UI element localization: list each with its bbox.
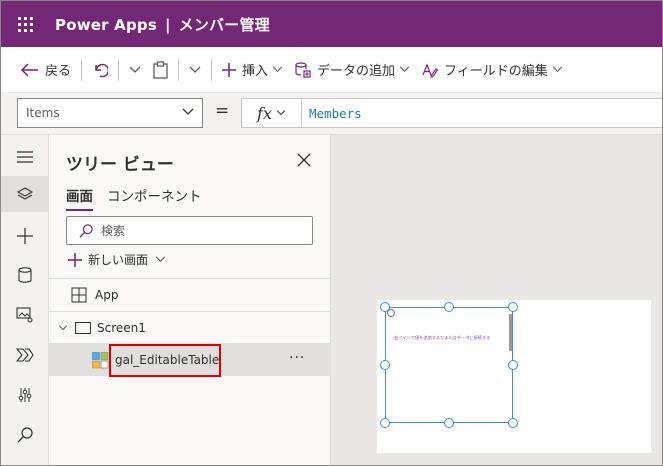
resize-handle[interactable] bbox=[380, 360, 390, 370]
title-bar: Power Apps | メンバー管理 bbox=[1, 1, 662, 47]
clipboard-icon bbox=[153, 60, 168, 79]
search-icon bbox=[17, 427, 33, 443]
chevron-down-icon bbox=[189, 66, 201, 73]
annotation-highlight-box bbox=[109, 344, 221, 377]
chevron-down-icon[interactable] bbox=[58, 325, 68, 331]
variables-rail-button[interactable] bbox=[1, 377, 48, 413]
formula-text[interactable]: Members bbox=[302, 106, 362, 121]
resize-handle[interactable] bbox=[508, 418, 518, 428]
tree-item-screen1[interactable]: Screen1 bbox=[49, 312, 330, 344]
formula-input[interactable]: fx Members bbox=[241, 98, 662, 128]
paste-button[interactable] bbox=[147, 54, 174, 86]
media-rail-button[interactable] bbox=[1, 297, 48, 333]
gallery-scrollbar bbox=[509, 314, 512, 351]
fx-icon: fx bbox=[257, 103, 272, 123]
tree-item-label: Screen1 bbox=[97, 321, 146, 335]
app-title: Power Apps | メンバー管理 bbox=[49, 14, 270, 35]
back-arrow-icon bbox=[21, 62, 38, 77]
media-icon bbox=[15, 307, 32, 323]
resize-handle[interactable] bbox=[508, 302, 518, 312]
paste-menu-button[interactable] bbox=[183, 54, 207, 86]
new-screen-label: 新しい画面 bbox=[88, 253, 149, 267]
screen-icon bbox=[75, 322, 91, 334]
power-automate-icon bbox=[15, 348, 34, 362]
tree-view-pane: ツリー ビュー 画面 コンポーネント 検索 新しい画面 App Screen1 bbox=[49, 135, 331, 465]
data-rail-button[interactable] bbox=[1, 257, 48, 293]
new-screen-button[interactable]: 新しい画面 bbox=[68, 251, 166, 268]
resize-handle[interactable] bbox=[508, 360, 518, 370]
database-icon bbox=[17, 267, 32, 283]
resize-handle[interactable] bbox=[444, 302, 454, 312]
hamburger-icon bbox=[16, 151, 33, 163]
variables-icon bbox=[18, 388, 31, 402]
chevron-down-icon bbox=[155, 256, 166, 263]
plus-icon bbox=[68, 252, 82, 267]
divider bbox=[178, 58, 180, 81]
formula-bar: Items = fx Members bbox=[1, 93, 662, 135]
edit-fields-icon bbox=[422, 62, 439, 78]
edit-fields-label: フィールドの編集 bbox=[444, 64, 548, 79]
left-rail bbox=[1, 135, 49, 465]
tree-item-label: App bbox=[95, 288, 119, 302]
gallery-hint-text: 右ペインで値を追加するかまたはデータに接続する bbox=[394, 335, 491, 340]
app-icon bbox=[71, 287, 87, 303]
close-icon[interactable] bbox=[296, 152, 312, 168]
app-name: メンバー管理 bbox=[178, 15, 270, 34]
tree-view-button[interactable] bbox=[1, 176, 48, 212]
chevron-down-icon bbox=[276, 110, 286, 116]
tree-item-app[interactable]: App bbox=[49, 279, 330, 311]
resize-handle[interactable] bbox=[380, 302, 390, 312]
undo-menu-button[interactable] bbox=[123, 54, 147, 86]
app-launcher-icon[interactable] bbox=[1, 1, 49, 47]
search-input[interactable]: 検索 bbox=[66, 216, 313, 245]
chevron-down-icon bbox=[552, 66, 563, 73]
app-window: Power Apps | メンバー管理 戻る 挿入 データの追加 フィールドの編… bbox=[0, 0, 663, 466]
power-automate-rail-button[interactable] bbox=[1, 337, 48, 373]
undo-button[interactable] bbox=[86, 54, 114, 86]
divider bbox=[81, 58, 83, 81]
resize-handle[interactable] bbox=[380, 418, 390, 428]
divider bbox=[211, 58, 213, 81]
insert-button[interactable]: 挿入 bbox=[216, 54, 289, 86]
more-options-button[interactable]: ··· bbox=[289, 350, 305, 366]
search-icon bbox=[79, 223, 93, 238]
chevron-down-icon bbox=[272, 66, 283, 73]
search-placeholder: 検索 bbox=[101, 224, 126, 238]
back-label: 戻る bbox=[45, 64, 72, 79]
layers-icon bbox=[16, 187, 33, 200]
gallery-control[interactable] bbox=[385, 307, 513, 423]
add-data-button[interactable]: データの追加 bbox=[289, 54, 416, 86]
edit-fields-button[interactable]: フィールドの編集 bbox=[416, 54, 569, 86]
tree-tabs: 画面 コンポーネント bbox=[66, 185, 216, 211]
back-button[interactable]: 戻る bbox=[15, 54, 77, 86]
chevron-down-icon bbox=[182, 108, 194, 115]
menu-button[interactable] bbox=[1, 139, 48, 175]
insert-rail-button[interactable] bbox=[1, 218, 48, 254]
undo-icon bbox=[95, 63, 109, 77]
property-dropdown[interactable]: Items bbox=[17, 98, 203, 128]
plus-icon bbox=[16, 228, 33, 244]
add-data-label: データの追加 bbox=[317, 64, 396, 79]
database-add-icon bbox=[295, 61, 311, 78]
tab-screens[interactable]: 画面 bbox=[66, 185, 93, 211]
product-name: Power Apps bbox=[55, 15, 157, 34]
property-value: Items bbox=[26, 106, 60, 120]
chevron-down-icon bbox=[129, 66, 141, 73]
resize-handle[interactable] bbox=[444, 418, 454, 428]
fx-button[interactable]: fx bbox=[242, 99, 302, 127]
chevron-down-icon bbox=[399, 66, 410, 73]
command-bar: 戻る 挿入 データの追加 フィールドの編集 bbox=[1, 47, 662, 93]
gallery-icon bbox=[92, 351, 109, 368]
plus-icon bbox=[222, 62, 237, 77]
pane-title: ツリー ビュー bbox=[66, 155, 174, 175]
tab-components[interactable]: コンポーネント bbox=[107, 185, 202, 211]
search-rail-button[interactable] bbox=[1, 417, 48, 453]
equals-sign: = bbox=[215, 101, 230, 121]
divider bbox=[118, 58, 120, 81]
title-separator: | bbox=[164, 15, 171, 34]
insert-label: 挿入 bbox=[242, 64, 269, 79]
